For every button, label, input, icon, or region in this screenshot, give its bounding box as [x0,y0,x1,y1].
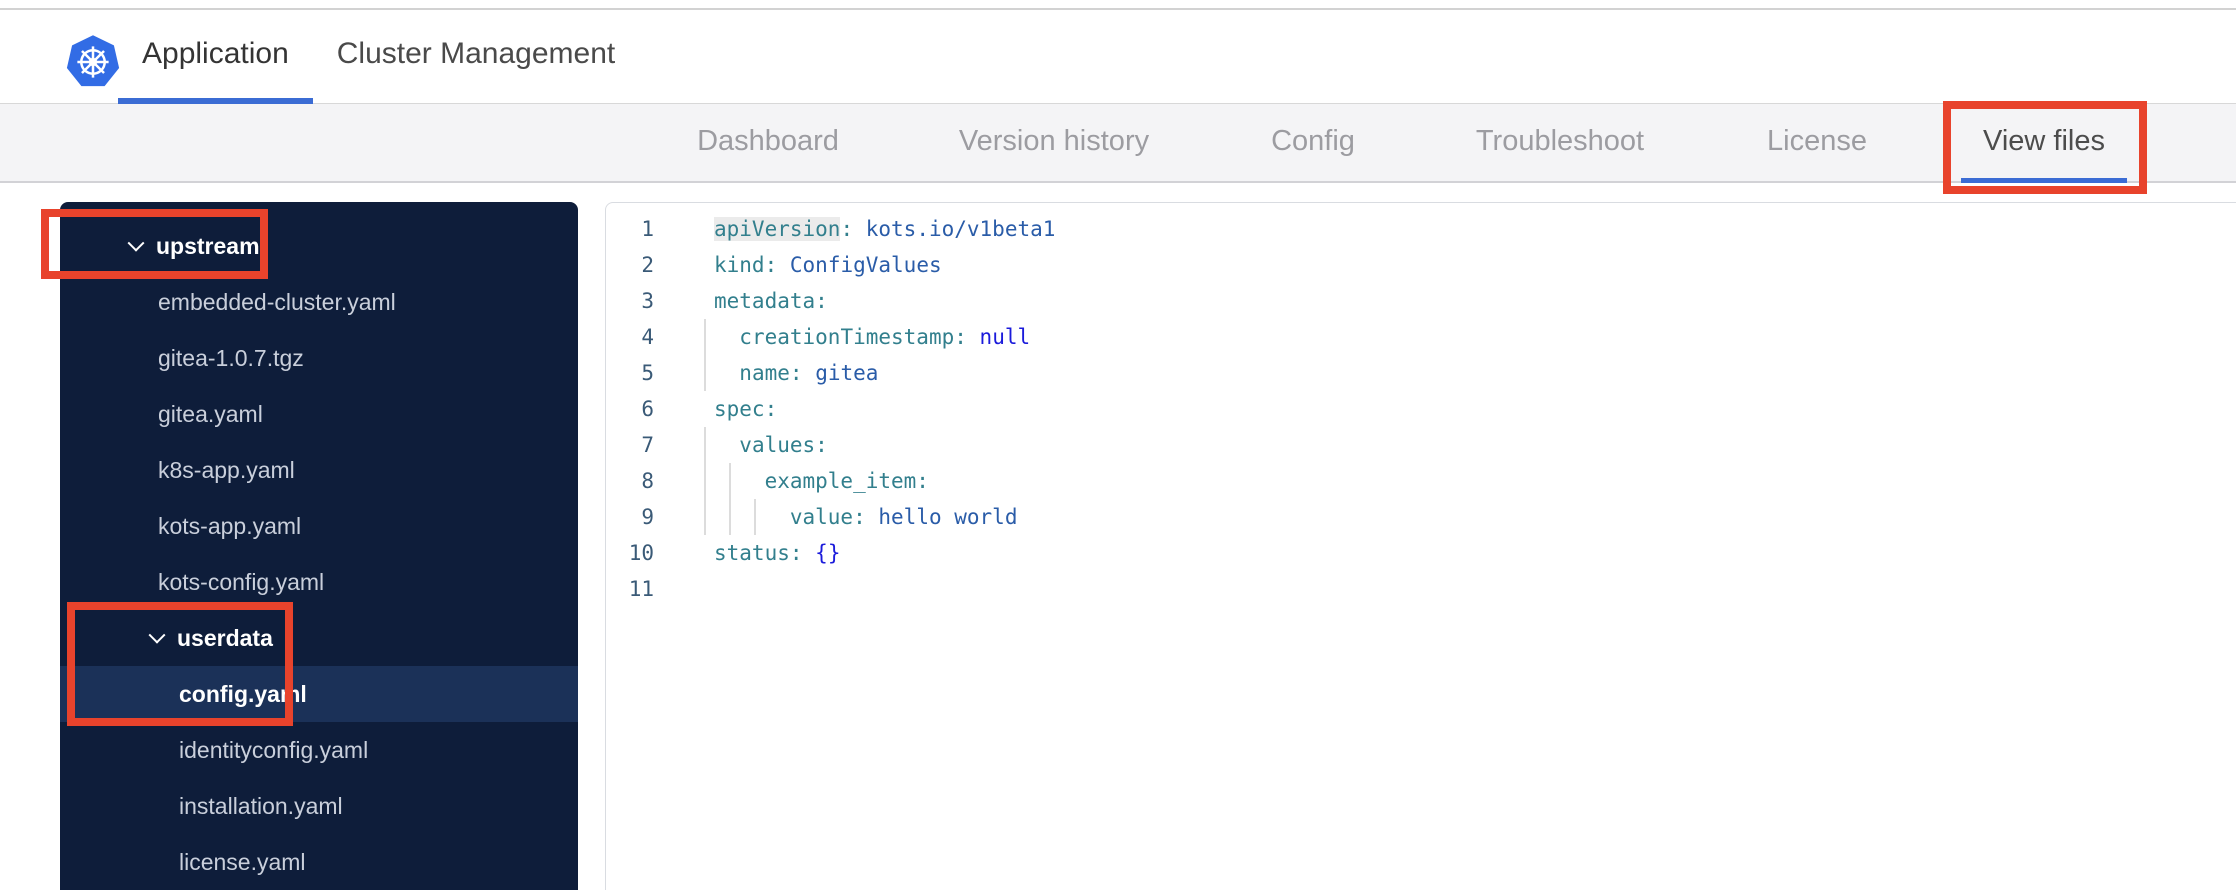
code-line: 4 creationTimestamp: null [606,319,2236,355]
code-lines: 1 apiVersion: kots.io/v1beta1 2 kind: Confi… [606,211,2236,607]
indent-guide [729,463,731,535]
nav-tab-dashboard[interactable]: Dashboard [675,104,861,183]
app-header: Application Cluster Management [0,10,2236,104]
code-line: 6 spec: [606,391,2236,427]
tree-item-label: embedded-cluster.yaml [158,288,396,315]
code-text: value: hello world [789,505,1018,529]
line-number: 6 [641,397,654,421]
app-subnav: Dashboard Version history Config Trouble… [0,104,2236,183]
code-line: 7 values: [606,427,2236,463]
line-number: 5 [641,361,654,385]
annotation-box-upstream [41,209,268,279]
file-item-gitea.yaml[interactable]: gitea.yaml [60,386,578,442]
indent-guide [754,499,756,535]
line-number: 1 [641,217,654,241]
nav-tab-license[interactable]: License [1745,104,1889,183]
file-item-identityconfig.yaml[interactable]: identityconfig.yaml [60,722,578,778]
annotation-box-view-files [1943,101,2147,194]
file-item-installation.yaml[interactable]: installation.yaml [60,778,578,834]
nav-tab-version-history[interactable]: Version history [937,104,1171,183]
file-tree: upstream embedded-cluster.yaml gitea-1.0.7… [60,202,578,890]
annotation-box-userdata-config [67,602,293,726]
code-text: status: {} [714,541,841,565]
tree-item-label: identityconfig.yaml [179,736,369,763]
line-number: 8 [641,469,654,493]
kubernetes-logo-icon [66,35,120,87]
code-line: 1 apiVersion: kots.io/v1beta1 [606,211,2236,247]
header-tab-bar: Application Cluster Management [118,10,639,104]
tree-item-label: gitea.yaml [158,400,263,427]
line-number: 9 [641,505,654,529]
code-editor[interactable]: 1 apiVersion: kots.io/v1beta1 2 kind: Confi… [605,202,2236,890]
nav-tab-troubleshoot[interactable]: Troubleshoot [1454,104,1666,183]
code-line: 9 value: hello world [606,499,2236,535]
code-text: name: gitea [739,361,879,385]
file-item-embedded-cluster.yaml[interactable]: embedded-cluster.yaml [60,274,578,330]
code-text: spec: [714,397,778,421]
code-line: 5 name: gitea [606,355,2236,391]
code-text: apiVersion: kots.io/v1beta1 [714,217,1056,241]
line-number: 2 [641,253,654,277]
tree-item-label: k8s-app.yaml [158,456,295,483]
file-item-k8s-app.yaml[interactable]: k8s-app.yaml [60,442,578,498]
code-text: example_item: [764,469,929,493]
file-item-kots-app.yaml[interactable]: kots-app.yaml [60,498,578,554]
code-line: 8 example_item: [606,463,2236,499]
kots-admin-console: Application Cluster Management Dashboard… [0,0,2236,890]
file-item-license.yaml[interactable]: license.yaml [60,834,578,890]
code-line: 3 metadata: [606,283,2236,319]
code-line: 2 kind: ConfigValues [606,247,2236,283]
indent-guide [704,319,706,391]
line-number: 3 [641,289,654,313]
header-tab-cluster-management[interactable]: Cluster Management [313,10,639,104]
code-text: metadata: [714,289,828,313]
tree-item-label: license.yaml [179,848,306,875]
line-number: 11 [628,577,654,601]
line-number: 10 [628,541,654,565]
line-number: 4 [641,325,654,349]
header-tab-application[interactable]: Application [118,10,313,104]
tree-item-label: kots-app.yaml [158,512,302,539]
code-text: kind: ConfigValues [714,253,942,277]
tree-item-label: kots-config.yaml [158,568,325,595]
code-line: 11 [606,571,2236,607]
nav-tab-config[interactable]: Config [1249,104,1377,183]
indent-guide [704,427,706,535]
code-line: 10 status: {} [606,535,2236,571]
line-number: 7 [641,433,654,457]
code-text: values: [739,433,828,457]
code-text: creationTimestamp: null [739,325,1031,349]
tree-item-label: gitea-1.0.7.tgz [158,344,304,371]
tree-item-label: installation.yaml [179,792,343,819]
file-item-gitea-1.0.7.tgz[interactable]: gitea-1.0.7.tgz [60,330,578,386]
